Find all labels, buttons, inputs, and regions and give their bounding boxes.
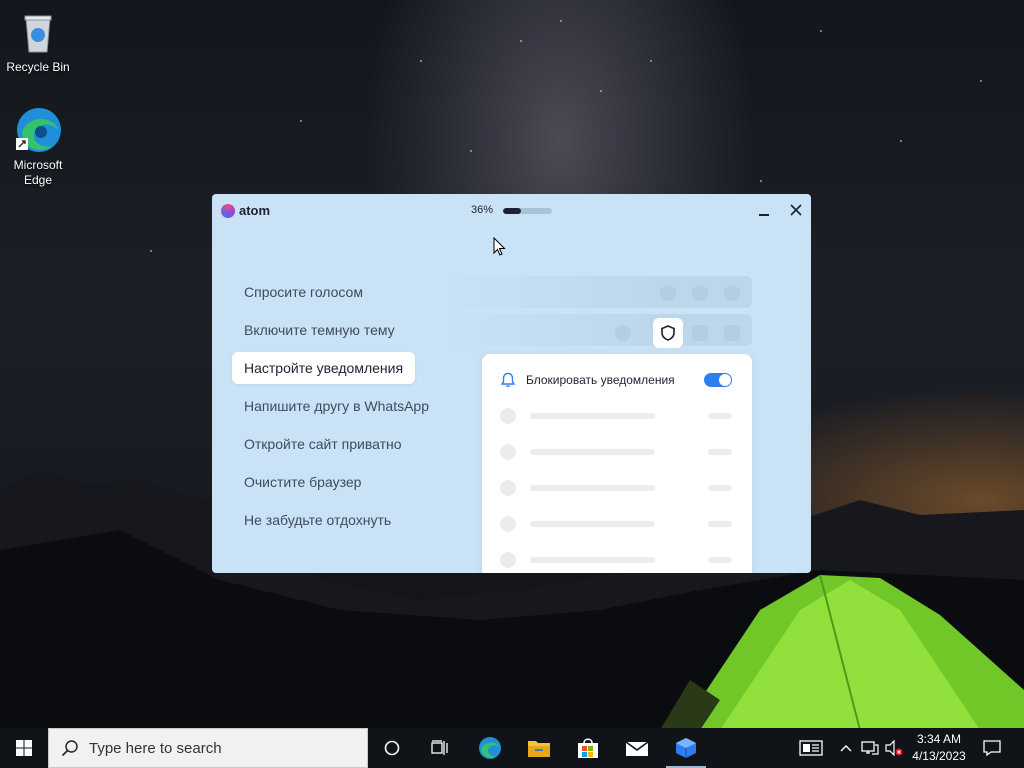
feature-rest: Не забудьте отдохнуть (244, 512, 392, 528)
show-hidden-icons-button[interactable] (838, 728, 854, 768)
mock-dot (692, 325, 708, 341)
taskbar-clock[interactable]: 3:34 AM 4/13/2023 (904, 731, 974, 765)
progress-bar (503, 208, 552, 214)
feature-clear-browser: Очистите браузер (244, 474, 362, 490)
skeleton-row (500, 408, 734, 424)
feature-list: Спросите голосом Включите темную тему На… (232, 276, 441, 542)
taskbar-mail[interactable] (613, 728, 661, 768)
shield-button (653, 318, 683, 348)
shield-icon (661, 325, 675, 341)
atom-logo-icon (221, 203, 235, 218)
taskbar: 3:34 AM 4/13/2023 (0, 728, 1024, 768)
windows-logo-icon (16, 740, 32, 756)
feature-private-mode: Откройте сайт приватно (244, 436, 402, 452)
task-view-icon (431, 740, 448, 755)
feature-whatsapp: Напишите другу в WhatsApp (244, 398, 429, 414)
progress-fill (503, 208, 521, 214)
cortana-button[interactable] (368, 728, 416, 768)
atom-logo: atom (221, 203, 270, 218)
taskbar-edge[interactable] (466, 728, 514, 768)
taskbar-search[interactable] (48, 728, 368, 768)
skeleton-row (500, 480, 734, 496)
chevron-up-icon (840, 745, 852, 752)
desktop-icon-edge[interactable]: Microsoft Edge (0, 106, 76, 188)
notifications-panel: Блокировать уведомления (482, 354, 752, 573)
file-explorer-icon (528, 741, 550, 757)
action-center-button[interactable] (980, 728, 1004, 768)
task-view-button[interactable] (416, 728, 464, 768)
cortana-icon (384, 740, 400, 756)
volume-muted-icon (885, 740, 903, 756)
atom-brand-name: atom (239, 203, 271, 218)
skeleton-row (500, 516, 734, 532)
feature-voice-search: Спросите голосом (244, 284, 363, 300)
clock-date: 4/13/2023 (912, 749, 966, 763)
desktop-icon-recycle-bin[interactable]: Recycle Bin (0, 8, 76, 75)
edge-label: Microsoft Edge (13, 158, 63, 187)
search-icon (61, 740, 78, 757)
mock-dot (724, 285, 740, 301)
mock-dot (724, 325, 740, 341)
edge-icon (479, 737, 501, 759)
feature-dark-theme: Включите темную тему (244, 322, 395, 338)
news-interests-button[interactable] (796, 728, 826, 768)
taskbar-store[interactable] (564, 728, 612, 768)
minimize-button[interactable] (756, 202, 772, 218)
edge-icon (14, 106, 62, 154)
volume-button[interactable] (884, 728, 904, 768)
skeleton-row (500, 444, 734, 460)
feature-notifications: Настройте уведомления (232, 352, 416, 384)
mail-icon (625, 741, 649, 756)
close-button[interactable] (788, 202, 804, 218)
store-icon (578, 738, 598, 758)
atom-installer-icon (676, 738, 696, 758)
skeleton-row (500, 552, 734, 568)
recycle-bin-icon (14, 8, 62, 56)
mouse-cursor-icon (493, 237, 506, 256)
start-button[interactable] (0, 728, 48, 768)
recycle-bin-label: Recycle Bin (6, 60, 70, 74)
mock-dot (660, 285, 676, 301)
clock-time: 3:34 AM (916, 732, 962, 746)
mock-dot (615, 325, 631, 341)
block-notifications-toggle (704, 373, 732, 387)
news-icon (799, 740, 823, 756)
block-notifications-label: Блокировать уведомления (526, 373, 675, 387)
network-icon (861, 741, 879, 755)
taskbar-atom-installer[interactable] (662, 728, 710, 768)
atom-installer-window: atom 36% Спросите голосом Включите темну… (212, 194, 811, 573)
progress-percent: 36% (471, 204, 494, 216)
network-button[interactable] (860, 728, 880, 768)
mock-dot (692, 285, 708, 301)
close-icon (790, 204, 802, 216)
taskbar-file-explorer[interactable] (515, 728, 563, 768)
bell-icon (500, 372, 516, 388)
minimize-icon (759, 214, 769, 216)
notification-icon (983, 740, 1001, 757)
search-input[interactable] (89, 739, 349, 757)
